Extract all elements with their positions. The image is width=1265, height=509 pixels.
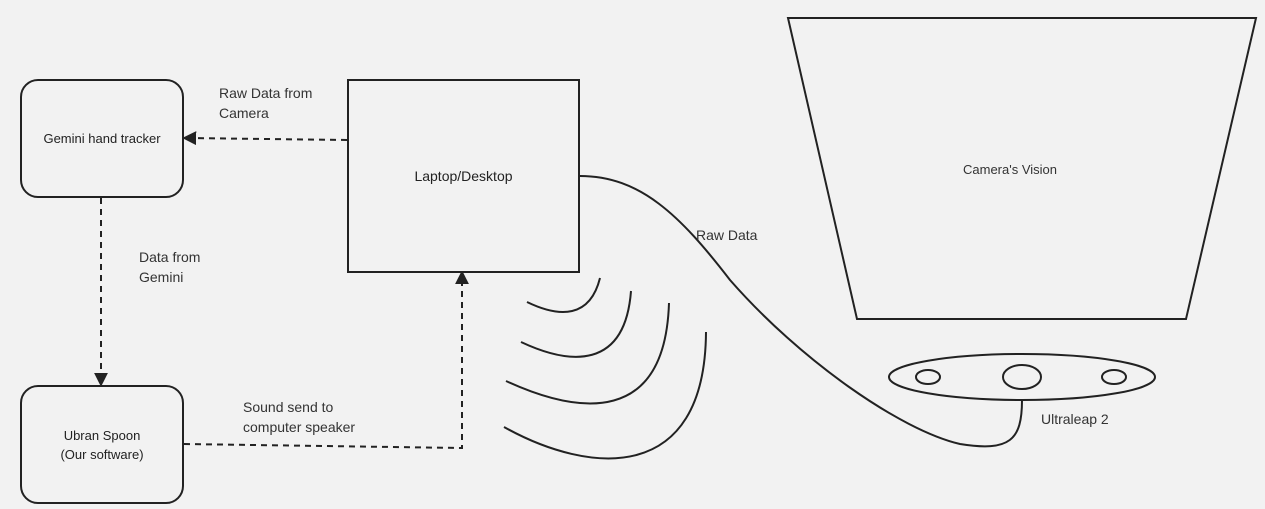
sound-wave-4 [503, 331, 707, 460]
urban-node-label-line2: (Our software) [60, 446, 144, 462]
data-gemini-label-line1: Data from [139, 249, 201, 265]
ultraleap-device [888, 353, 1156, 401]
laptop-node-label: Laptop/Desktop [414, 167, 513, 184]
gemini-hand-tracker-node: Gemini hand tracker [20, 79, 184, 198]
raw-camera-label-line1: Raw Data from [219, 85, 313, 101]
sound-wave-1 [526, 277, 601, 313]
urban-node-label-line1: Ubran Spoon [63, 427, 141, 443]
gemini-node-label: Gemini hand tracker [43, 131, 161, 146]
arrow-laptop-to-gemini [182, 131, 348, 146]
sound-wave-2 [520, 290, 632, 358]
sound-label-line1: Sound send to [243, 399, 334, 415]
urban-spoon-node: Ubran Spoon (Our software) [20, 385, 184, 504]
raw-data-from-camera-label: Raw Data from Camera [219, 83, 312, 123]
raw-camera-label-line2: Camera [219, 105, 269, 121]
diagram-canvas: Gemini hand tracker Laptop/Desktop Ubran… [0, 0, 1265, 509]
data-gemini-label-line2: Gemini [139, 269, 184, 285]
sound-wave-3 [505, 302, 670, 405]
laptop-desktop-node: Laptop/Desktop [347, 79, 580, 273]
ultraleap-label: Ultraleap 2 [1041, 411, 1109, 427]
sound-label-line2: computer speaker [243, 419, 356, 435]
data-from-gemini-label: Data from Gemini [139, 247, 200, 287]
raw-data-label: Raw Data [696, 227, 758, 243]
sound-send-label: Sound send to computer speaker [243, 397, 355, 437]
camera-vision-label: Camera's Vision [963, 162, 1058, 177]
